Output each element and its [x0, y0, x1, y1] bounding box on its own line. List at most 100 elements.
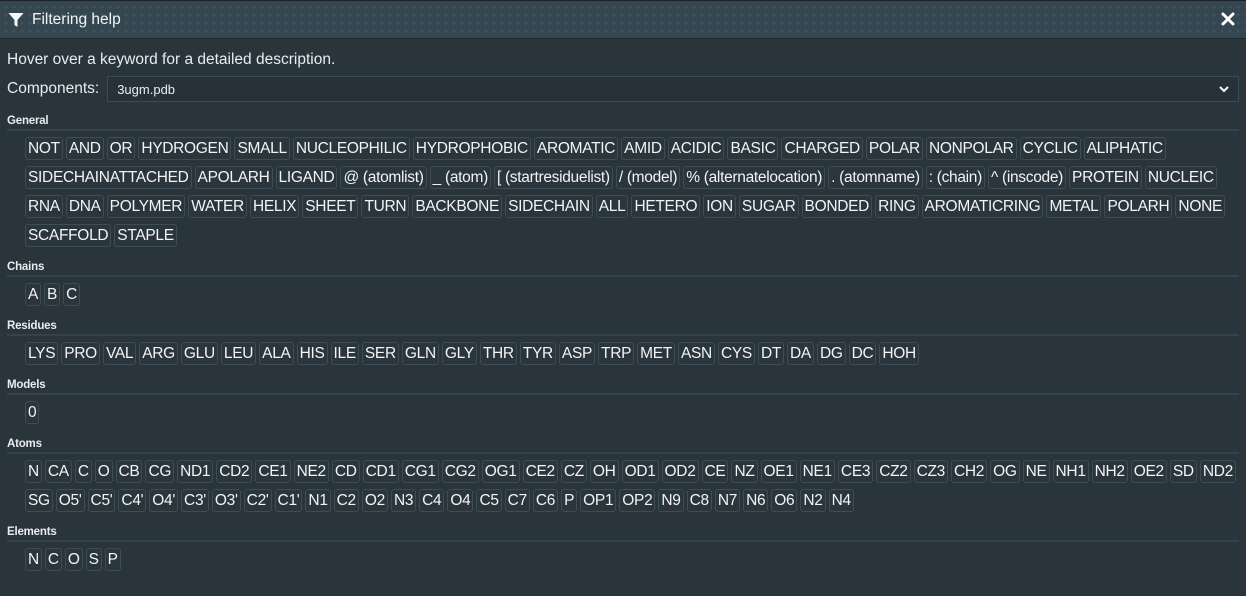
keyword-chip[interactable]: CE3 — [837, 460, 874, 483]
keyword-chip[interactable]: APOLARH — [194, 166, 273, 189]
keyword-chip[interactable]: ACIDIC — [667, 137, 725, 160]
keyword-chip[interactable]: CZ2 — [876, 460, 911, 483]
keyword-chip[interactable]: % (alternatelocation) — [683, 166, 826, 189]
keyword-chip[interactable]: NH1 — [1052, 460, 1089, 483]
keyword-chip[interactable]: CD2 — [216, 460, 253, 483]
keyword-chip[interactable]: ALIPHATIC — [1083, 137, 1166, 160]
keyword-chip[interactable]: N1 — [305, 489, 331, 512]
keyword-chip[interactable]: DA — [787, 342, 814, 365]
keyword-chip[interactable]: OP1 — [580, 489, 617, 512]
keyword-chip[interactable]: NZ — [731, 460, 758, 483]
keyword-chip[interactable]: OG1 — [481, 460, 520, 483]
keyword-chip[interactable]: SG — [25, 489, 53, 512]
keyword-chip[interactable]: SHEET — [302, 195, 359, 218]
keyword-chip[interactable]: CG1 — [401, 460, 439, 483]
keyword-chip[interactable]: C4 — [419, 489, 445, 512]
keyword-chip[interactable]: A — [25, 283, 42, 306]
keyword-chip[interactable]: HELIX — [249, 195, 300, 218]
keyword-chip[interactable]: POLARH — [1104, 195, 1173, 218]
keyword-chip[interactable]: NONPOLAR — [925, 137, 1017, 160]
keyword-chip[interactable]: TRP — [598, 342, 635, 365]
keyword-chip[interactable]: O2 — [361, 489, 388, 512]
dialog-titlebar[interactable]: Filtering help — [0, 0, 1246, 39]
keyword-chip[interactable]: POLYMER — [106, 195, 186, 218]
keyword-chip[interactable]: OP2 — [619, 489, 656, 512]
keyword-chip[interactable]: OE1 — [760, 460, 797, 483]
keyword-chip[interactable]: N7 — [714, 489, 741, 512]
keyword-chip[interactable]: / (model) — [615, 166, 681, 189]
keyword-chip[interactable]: C2 — [333, 489, 359, 512]
keyword-chip[interactable]: C3' — [181, 489, 209, 512]
keyword-chip[interactable]: ASP — [558, 342, 596, 365]
keyword-chip[interactable]: ION — [703, 195, 736, 218]
keyword-chip[interactable]: ALL — [595, 195, 629, 218]
keyword-chip[interactable]: CZ — [560, 460, 587, 483]
keyword-chip[interactable]: O5' — [55, 489, 85, 512]
keyword-chip[interactable]: OE2 — [1130, 460, 1167, 483]
keyword-chip[interactable]: OH — [589, 460, 619, 483]
keyword-chip[interactable]: CYS — [717, 342, 755, 365]
keyword-chip[interactable]: SIDECHAIN — [505, 195, 593, 218]
keyword-chip[interactable]: CD — [331, 460, 360, 483]
keyword-chip[interactable]: NE1 — [799, 460, 835, 483]
keyword-chip[interactable]: CE — [701, 460, 729, 483]
keyword-chip[interactable]: C5' — [87, 489, 116, 512]
keyword-chip[interactable]: N — [25, 460, 42, 483]
keyword-chip[interactable]: CH2 — [950, 460, 988, 483]
keyword-chip[interactable]: DG — [816, 342, 846, 365]
keyword-chip[interactable]: : (chain) — [925, 166, 985, 189]
keyword-chip[interactable]: CE2 — [522, 460, 558, 483]
keyword-chip[interactable]: OG — [990, 460, 1020, 483]
keyword-chip[interactable]: ILE — [330, 342, 359, 365]
keyword-chip[interactable]: ^ (inscode) — [988, 166, 1067, 189]
keyword-chip[interactable]: C8 — [686, 489, 712, 512]
keyword-chip[interactable]: LEU — [220, 342, 257, 365]
keyword-chip[interactable]: CG — [145, 460, 175, 483]
keyword-chip[interactable]: NE2 — [293, 460, 329, 483]
keyword-chip[interactable]: ASN — [677, 342, 715, 365]
keyword-chip[interactable]: C2' — [243, 489, 272, 512]
keyword-chip[interactable]: GLY — [441, 342, 477, 365]
keyword-chip[interactable]: C1' — [274, 489, 303, 512]
keyword-chip[interactable]: N4 — [828, 489, 854, 512]
keyword-chip[interactable]: C4' — [118, 489, 147, 512]
keyword-chip[interactable]: P — [561, 489, 578, 512]
keyword-chip[interactable]: NONE — [1175, 195, 1226, 218]
keyword-chip[interactable]: VAL — [102, 342, 137, 365]
keyword-chip[interactable]: CD1 — [362, 460, 399, 483]
keyword-chip[interactable]: SD — [1169, 460, 1197, 483]
keyword-chip[interactable]: O6 — [771, 489, 798, 512]
keyword-chip[interactable]: O — [94, 460, 113, 483]
keyword-chip[interactable]: C5 — [476, 489, 502, 512]
keyword-chip[interactable]: OD2 — [661, 460, 699, 483]
keyword-chip[interactable]: BONDED — [801, 195, 873, 218]
keyword-chip[interactable]: HYDROGEN — [138, 137, 232, 160]
keyword-chip[interactable]: N9 — [658, 489, 684, 512]
keyword-chip[interactable]: LIGAND — [275, 166, 338, 189]
keyword-chip[interactable]: OR — [106, 137, 136, 160]
keyword-chip[interactable]: LYS — [25, 342, 59, 365]
keyword-chip[interactable]: NE — [1022, 460, 1050, 483]
keyword-chip[interactable]: AROMATIC — [533, 137, 619, 160]
keyword-chip[interactable]: MET — [637, 342, 675, 365]
keyword-chip[interactable]: C — [74, 460, 92, 483]
keyword-chip[interactable]: [ (startresiduelist) — [493, 166, 613, 189]
keyword-chip[interactable]: POLAR — [865, 137, 923, 160]
keyword-chip[interactable]: AROMATICRING — [921, 195, 1044, 218]
keyword-chip[interactable]: AND — [65, 137, 104, 160]
keyword-chip[interactable]: HOH — [879, 342, 919, 365]
keyword-chip[interactable]: B — [44, 283, 61, 306]
keyword-chip[interactable]: AMID — [621, 137, 665, 160]
keyword-chip[interactable]: STAPLE — [114, 224, 177, 247]
keyword-chip[interactable]: CB — [115, 460, 143, 483]
keyword-chip[interactable]: N2 — [800, 489, 826, 512]
keyword-chip[interactable]: NOT — [25, 137, 63, 160]
keyword-chip[interactable]: N6 — [743, 489, 769, 512]
keyword-chip[interactable]: TYR — [519, 342, 556, 365]
keyword-chip[interactable]: DT — [757, 342, 784, 365]
keyword-chip[interactable]: TURN — [361, 195, 410, 218]
keyword-chip[interactable]: BASIC — [727, 137, 779, 160]
keyword-chip[interactable]: SIDECHAINATTACHED — [25, 166, 192, 189]
keyword-chip[interactable]: O — [64, 548, 83, 571]
keyword-chip[interactable]: GLN — [401, 342, 439, 365]
